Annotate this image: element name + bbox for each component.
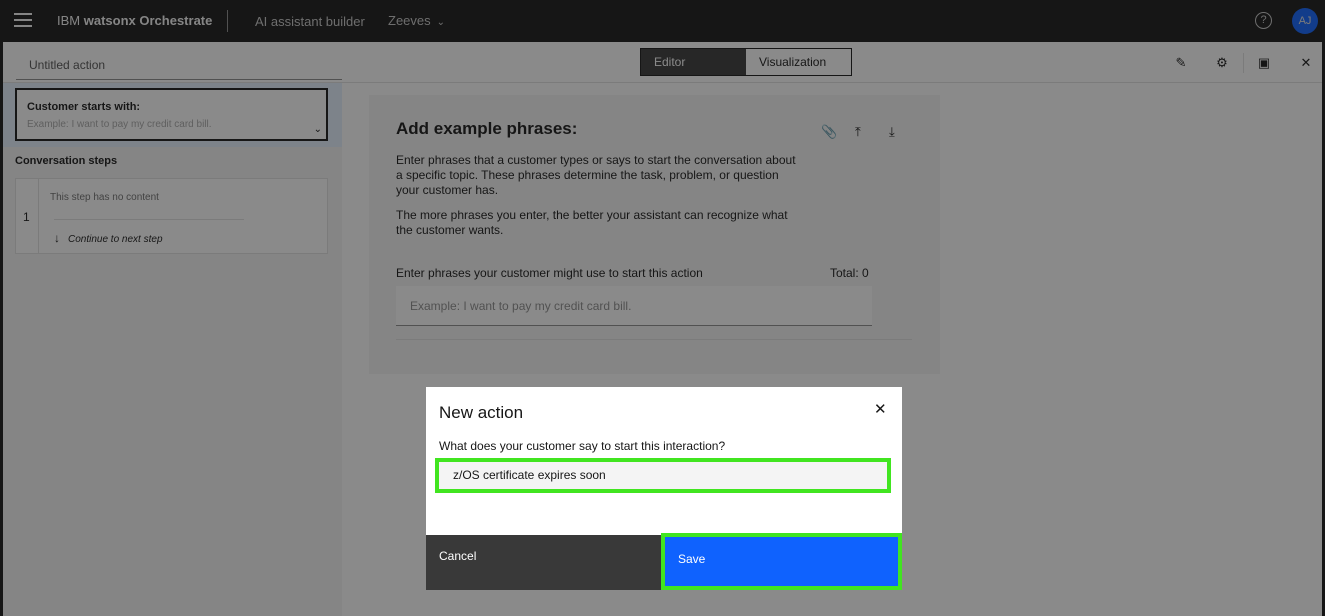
close-icon[interactable]: ✕: [874, 400, 887, 418]
new-action-modal: New action ✕ What does your customer say…: [426, 387, 902, 590]
cancel-button[interactable]: Cancel: [426, 535, 662, 590]
modal-question-label: What does your customer say to start thi…: [439, 439, 726, 453]
customer-phrase-input[interactable]: z/OS certificate expires soon: [435, 458, 891, 493]
modal-title: New action: [439, 403, 524, 422]
window-edge-left: [0, 0, 3, 616]
save-button[interactable]: Save: [661, 533, 902, 590]
